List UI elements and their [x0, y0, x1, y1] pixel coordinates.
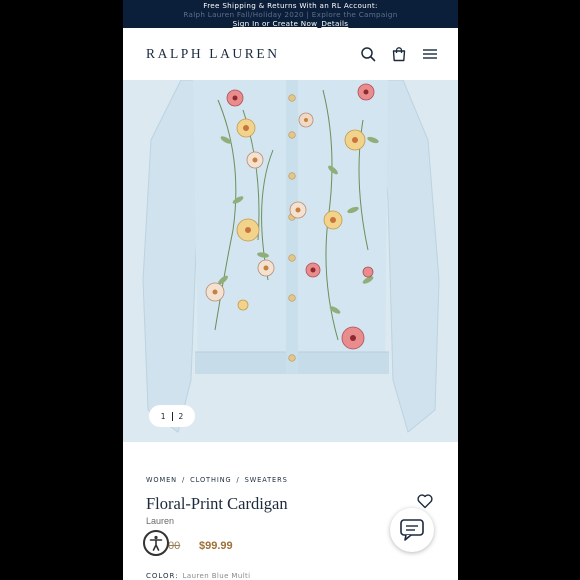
- color-selector: COLOR: Lauren Blue Multi: [146, 572, 251, 580]
- cardigan-illustration: [123, 80, 458, 442]
- breadcrumb-clothing[interactable]: CLOTHING: [190, 476, 231, 484]
- heart-icon[interactable]: [416, 492, 434, 510]
- shopping-bag-icon[interactable]: [391, 46, 407, 62]
- pager-divider: [171, 411, 173, 421]
- chat-bubble-icon: [400, 519, 424, 541]
- product-image[interactable]: [123, 80, 458, 442]
- search-icon[interactable]: [360, 46, 376, 62]
- details-link[interactable]: Details: [321, 19, 348, 28]
- promo-campaign-link[interactable]: Ralph Lauren Fall/Holiday 2020 | Explore…: [123, 10, 458, 19]
- breadcrumb: WOMEN / CLOTHING / SWEATERS: [146, 476, 288, 484]
- accessibility-icon: [149, 535, 163, 551]
- original-price: 00: [168, 540, 181, 552]
- product-page: Free Shipping & Returns With an RL Accou…: [123, 0, 458, 580]
- product-title: Floral-Print Cardigan: [146, 494, 288, 513]
- site-header: RALPH LAUREN: [123, 28, 458, 81]
- color-label: COLOR:: [146, 572, 179, 580]
- breadcrumb-sweaters[interactable]: SWEATERS: [245, 476, 288, 484]
- breadcrumb-women[interactable]: WOMEN: [146, 476, 177, 484]
- brand-logo[interactable]: RALPH LAUREN: [146, 46, 280, 62]
- accessibility-button[interactable]: [143, 530, 169, 556]
- signin-link[interactable]: Sign In or Create Now: [233, 19, 318, 28]
- menu-icon[interactable]: [422, 46, 438, 62]
- promo-banner: Free Shipping & Returns With an RL Accou…: [123, 0, 458, 28]
- chat-button[interactable]: [390, 508, 434, 552]
- promo-headline: Free Shipping & Returns With an RL Accou…: [203, 1, 378, 10]
- product-brand[interactable]: Lauren: [146, 516, 174, 526]
- pager-current: 1: [160, 411, 166, 421]
- sale-price: $99.99: [199, 540, 233, 552]
- color-value: Lauren Blue Multi: [182, 572, 251, 580]
- pager-total: 2: [178, 411, 184, 421]
- image-pager[interactable]: 1 2: [149, 405, 195, 427]
